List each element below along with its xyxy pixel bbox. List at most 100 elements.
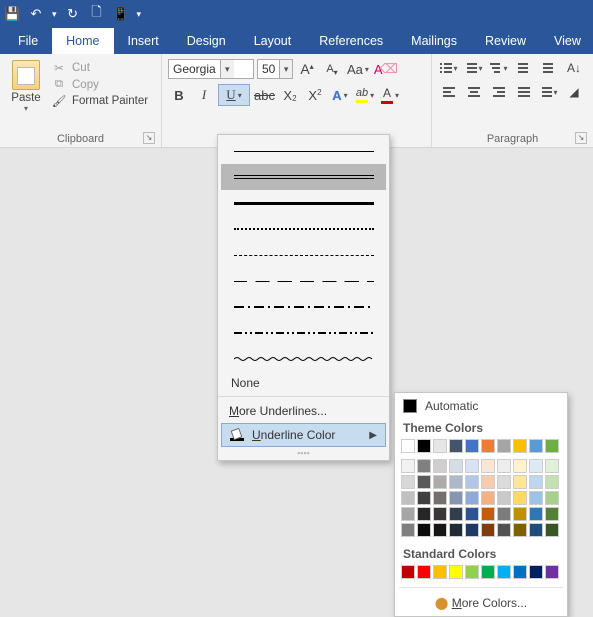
tab-review[interactable]: Review [471,28,540,54]
color-swatch[interactable] [433,475,447,489]
color-swatch[interactable] [481,475,495,489]
tab-insert[interactable]: Insert [114,28,173,54]
color-swatch[interactable] [529,523,543,537]
color-swatch[interactable] [529,439,543,453]
more-colors[interactable]: ⬤ More Colors... [401,592,561,610]
save-icon[interactable]: 💾 [4,6,20,22]
tab-home[interactable]: Home [52,28,113,54]
decrease-font-size-button[interactable]: A▾ [321,58,343,80]
tab-file[interactable]: File [4,28,52,54]
chevron-down-icon[interactable]: ▾ [279,60,292,78]
tab-design[interactable]: Design [173,28,240,54]
color-swatch[interactable] [497,459,511,473]
color-swatch[interactable] [465,459,479,473]
underline-single[interactable] [221,138,386,164]
color-swatch[interactable] [433,439,447,453]
qat-customize-dropdown[interactable]: ▾ [137,9,142,20]
color-swatch[interactable] [401,491,415,505]
tab-layout[interactable]: Layout [240,28,306,54]
color-swatch[interactable] [449,523,463,537]
copy-button[interactable]: ⧉ Copy [52,78,148,91]
color-swatch[interactable] [449,491,463,505]
tab-references[interactable]: References [305,28,397,54]
color-swatch[interactable] [529,565,543,579]
color-swatch[interactable] [417,507,431,521]
decrease-indent-button[interactable] [513,58,535,78]
strikethrough-button[interactable]: abc [253,84,276,106]
color-swatch[interactable] [449,475,463,489]
color-swatch[interactable] [481,491,495,505]
color-swatch[interactable] [545,507,559,521]
color-swatch[interactable] [497,523,511,537]
color-swatch[interactable] [513,459,527,473]
format-painter-button[interactable]: 🖌 Format Painter [52,94,148,108]
shading-button[interactable]: ◢ [563,82,585,102]
clear-formatting-button[interactable]: A⌫ [373,58,402,80]
color-swatch[interactable] [417,439,431,453]
font-name-combo[interactable]: Georgia ▾ [168,59,254,79]
color-swatch[interactable] [417,523,431,537]
color-swatch[interactable] [465,475,479,489]
paste-button[interactable]: Paste ▾ [6,58,46,113]
color-swatch[interactable] [449,439,463,453]
cut-button[interactable]: ✂ Cut [52,61,148,75]
color-swatch[interactable] [465,523,479,537]
color-swatch[interactable] [465,439,479,453]
tab-mailings[interactable]: Mailings [397,28,471,54]
underline-long-dash[interactable] [221,268,386,294]
clipboard-dialog-launcher[interactable]: ↘ [143,132,155,144]
color-swatch[interactable] [449,565,463,579]
underline-thick[interactable] [221,190,386,216]
underline-dash-dot-dot[interactable] [221,320,386,346]
font-color-button[interactable]: A ▾ [379,84,401,106]
menu-resize-grip[interactable]: ▪▪▪▪ [218,447,389,460]
line-spacing-button[interactable]: ▾ [538,82,560,102]
underline-color-submenu[interactable]: Underline Color ▶ [221,423,386,447]
color-swatch[interactable] [433,459,447,473]
underline-none[interactable]: None [221,372,386,394]
chevron-down-icon[interactable]: ▾ [220,60,234,78]
color-swatch[interactable] [401,475,415,489]
color-swatch[interactable] [481,565,495,579]
color-swatch[interactable] [513,491,527,505]
tab-view[interactable]: View [540,28,593,54]
underline-wave[interactable] [221,346,386,372]
color-swatch[interactable] [513,475,527,489]
color-swatch[interactable] [497,475,511,489]
color-swatch[interactable] [465,507,479,521]
color-swatch[interactable] [417,475,431,489]
new-doc-icon[interactable]: 🗋 [89,3,105,25]
increase-indent-button[interactable] [538,58,560,78]
underline-dotted[interactable] [221,216,386,242]
change-case-button[interactable]: Aa▾ [346,58,370,80]
font-size-combo[interactable]: 50 ▾ [257,59,293,79]
color-swatch[interactable] [417,565,431,579]
multilevel-list-button[interactable]: ▾ [488,58,510,78]
color-swatch[interactable] [433,523,447,537]
bold-button[interactable]: B [168,84,190,106]
color-swatch[interactable] [401,459,415,473]
color-swatch[interactable] [481,507,495,521]
paragraph-dialog-launcher[interactable]: ↘ [575,132,587,144]
touch-mode-icon[interactable]: 📱 [113,6,129,22]
color-automatic[interactable]: Automatic [401,397,561,419]
color-swatch[interactable] [529,459,543,473]
subscript-button[interactable]: X2 [279,84,301,106]
sort-button[interactable]: A↓ [563,58,585,78]
highlight-color-button[interactable]: ab ▾ [354,84,376,106]
color-swatch[interactable] [433,491,447,505]
color-swatch[interactable] [401,523,415,537]
color-swatch[interactable] [545,523,559,537]
numbering-button[interactable]: ▾ [463,58,485,78]
bullets-button[interactable]: ▾ [438,58,460,78]
color-swatch[interactable] [481,439,495,453]
color-swatch[interactable] [513,523,527,537]
undo-dropdown[interactable]: ▾ [52,9,57,20]
color-swatch[interactable] [513,439,527,453]
color-swatch[interactable] [417,491,431,505]
color-swatch[interactable] [481,523,495,537]
color-swatch[interactable] [433,565,447,579]
superscript-button[interactable]: X2 [304,84,326,106]
more-underlines[interactable]: More Underlines... [221,399,386,423]
color-swatch[interactable] [545,439,559,453]
